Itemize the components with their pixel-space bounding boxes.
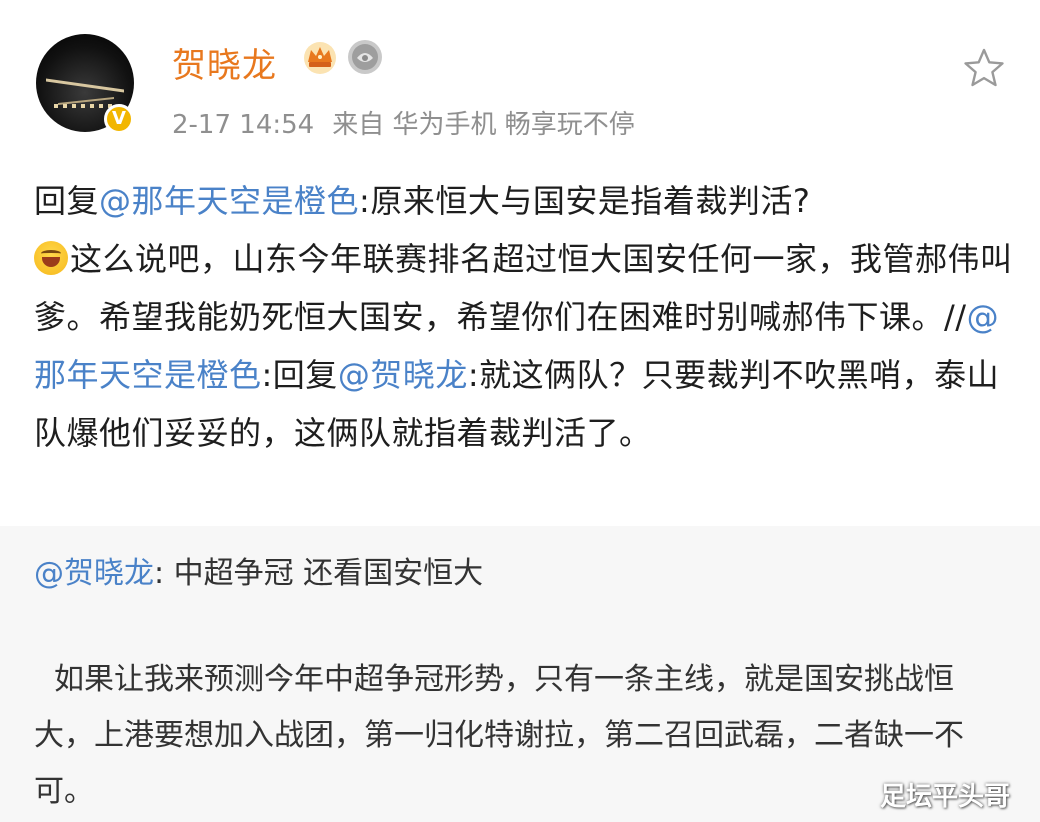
mention-link[interactable]: @那年天空是橙色 (99, 182, 359, 220)
post-source-device[interactable]: 华为手机 畅享玩不停 (392, 110, 634, 140)
quoted-title: : 中超争冠 还看国安恒大 (154, 556, 484, 591)
post-text: :原来恒大与国安是指着裁判活? (359, 182, 811, 220)
post-meta: 2-17 14:54 来自 华为手机 畅享玩不停 (172, 104, 635, 141)
post-timestamp: 2-17 14:54 (172, 110, 315, 140)
post-body: 回复@那年天空是橙色:原来恒大与国安是指着裁判活? 这么说吧，山东今年联赛排名超过… (34, 172, 1014, 462)
crown-icon (304, 42, 336, 74)
avatar-roof-lower (58, 81, 114, 105)
mention-link[interactable]: @贺晓龙 (338, 356, 468, 394)
watermark: 足坛平头哥 (880, 782, 1011, 812)
username[interactable]: 贺晓龙 (172, 38, 277, 87)
verified-badge-icon: V (104, 104, 134, 134)
laughing-emoji-icon (34, 241, 68, 275)
star-icon[interactable] (962, 46, 1006, 90)
post-text: 这么说吧，山东今年联赛排名超过恒大国安任何一家，我管郝伟叫爹。希望我能奶死恒大国… (34, 240, 1013, 336)
avatar-lights (54, 104, 116, 108)
post-header: V 贺晓龙 2-17 14:54 来自 华为手机 畅享玩不停 (0, 0, 1040, 160)
quoted-post-body: 如果让我来预测今年中超争冠形势，只有一条主线，就是国安挑战恒大，上港要想加入战团… (34, 662, 964, 809)
quoted-post-header: @贺晓龙: 中超争冠 还看国安恒大 (34, 548, 483, 592)
post-text: :回复 (261, 356, 338, 394)
quoted-mention-link[interactable]: @贺晓龙 (34, 556, 154, 591)
medal-icon (348, 40, 382, 74)
post-source-prefix: 来自 (332, 110, 385, 140)
reply-prefix: 回复 (34, 182, 100, 220)
